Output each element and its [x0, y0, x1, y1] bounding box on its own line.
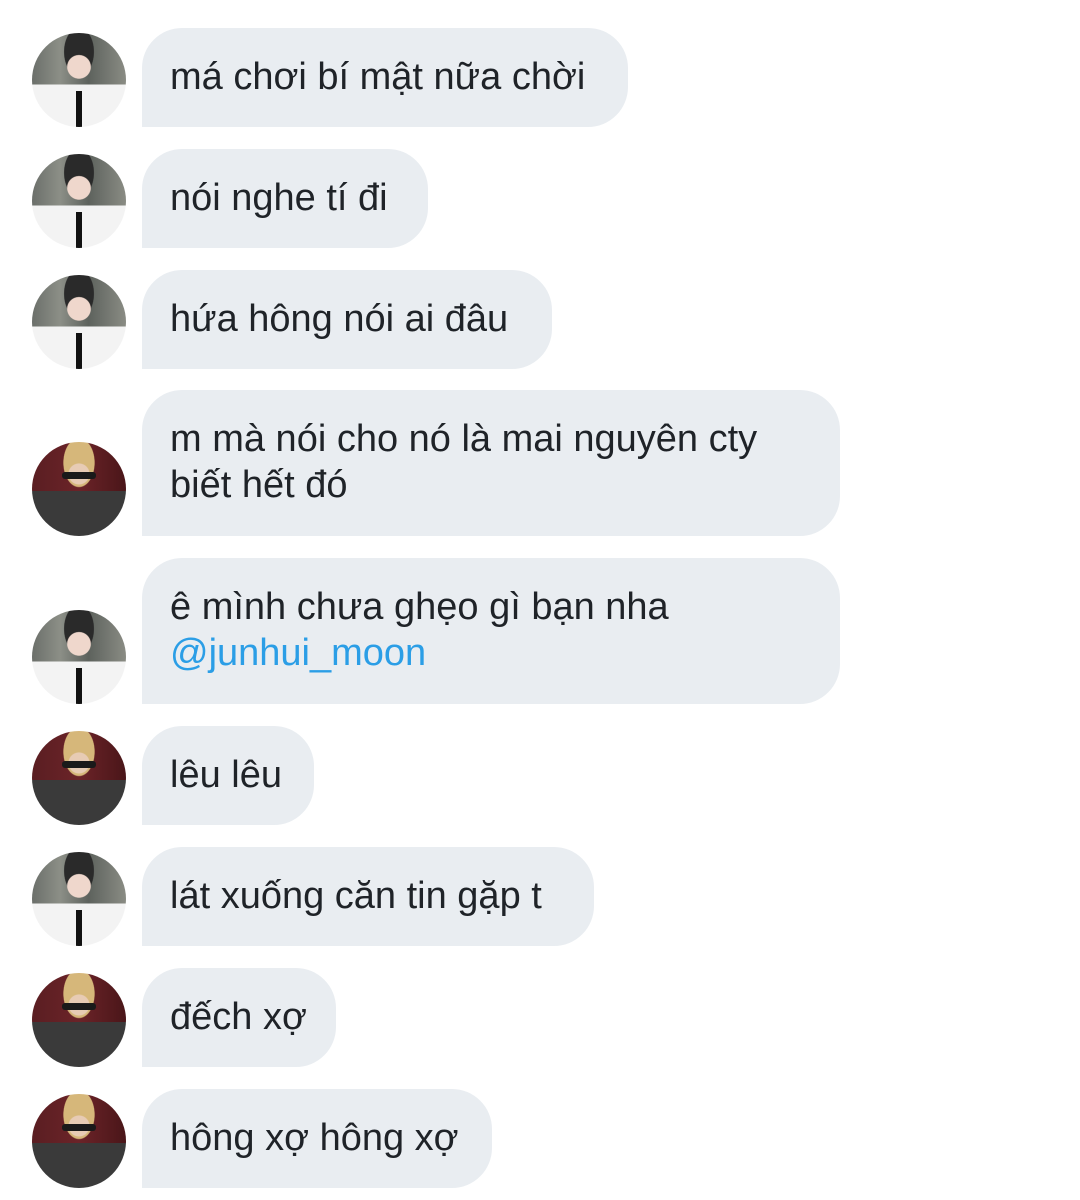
message-bubble[interactable]: hứa hông nói ai đâu	[142, 270, 552, 369]
message-text: m mà nói cho nó là mai nguyên cty	[170, 418, 758, 460]
message-bubble[interactable]: ê mình chưa ghẹo gì bạn nha @junhui_moon	[142, 558, 840, 704]
avatar[interactable]	[32, 154, 126, 248]
avatar[interactable]	[32, 731, 126, 825]
message-bubble[interactable]: lát xuống căn tin gặp t	[142, 847, 594, 946]
message-bubble[interactable]: đếch xợ	[142, 968, 336, 1067]
message-text: lêu lêu	[170, 754, 282, 796]
message-text: đếch xợ	[170, 996, 307, 1038]
message-bubble[interactable]: má chơi bí mật nữa chời	[142, 28, 628, 127]
message-bubble[interactable]: hông xợ hông xợ	[142, 1089, 492, 1188]
avatar[interactable]	[32, 1094, 126, 1188]
avatar[interactable]	[32, 442, 126, 536]
message-text: biết hết đó	[170, 464, 348, 506]
avatar[interactable]	[32, 852, 126, 946]
avatar[interactable]	[32, 973, 126, 1067]
message-text: lát xuống căn tin gặp t	[170, 875, 542, 917]
message-text: ê mình chưa ghẹo gì bạn nha	[170, 586, 669, 628]
message-text: hứa hông nói ai đâu	[170, 298, 509, 340]
message-bubble[interactable]: lêu lêu	[142, 726, 314, 825]
avatar[interactable]	[32, 33, 126, 127]
avatar[interactable]	[32, 610, 126, 704]
message-bubble[interactable]: m mà nói cho nó là mai nguyên cty biết h…	[142, 390, 840, 536]
message-bubble[interactable]: nói nghe tí đi	[142, 149, 428, 248]
message-text: nói nghe tí đi	[170, 177, 388, 219]
message-text: má chơi bí mật nữa chời	[170, 56, 586, 98]
message-text: hông xợ hông xợ	[170, 1117, 459, 1159]
mention-link[interactable]: @junhui_moon	[170, 630, 812, 676]
avatar[interactable]	[32, 275, 126, 369]
